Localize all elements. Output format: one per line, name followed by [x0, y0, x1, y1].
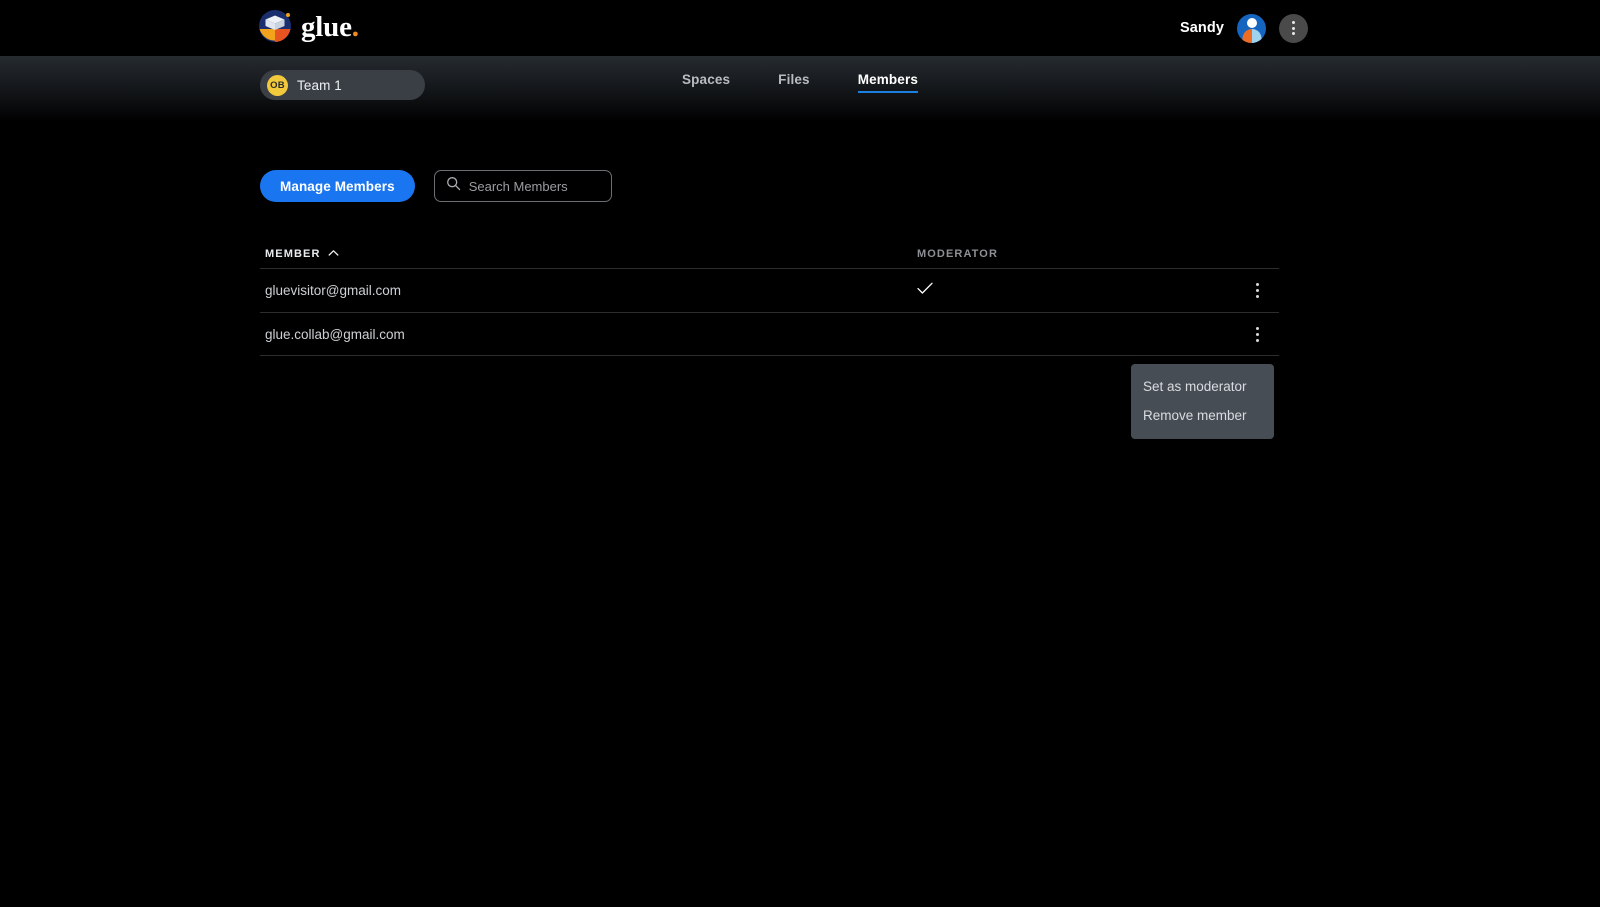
kebab-menu-icon[interactable] [1279, 13, 1308, 43]
brand-logo-link[interactable]: glue. [258, 9, 359, 43]
column-header-member[interactable]: MEMBER [265, 248, 917, 260]
table-header-row: MEMBER MODERATOR [260, 240, 1279, 268]
top-bar-right: Sandy [1180, 0, 1600, 56]
table-row[interactable]: gluevisitor@gmail.com [260, 268, 1279, 312]
tab-files[interactable]: Files [778, 72, 810, 93]
search-members-box[interactable] [433, 170, 645, 202]
table-row[interactable]: glue.collab@gmail.com [260, 312, 1279, 356]
row-context-menu: Set as moderator Remove member [1131, 364, 1274, 439]
member-email: glue.collab@gmail.com [265, 326, 405, 342]
search-icon [446, 176, 461, 196]
members-table: MEMBER MODERATOR gluevisitor@gmail.com g… [260, 240, 1279, 356]
row-kebab-menu-icon[interactable] [1249, 324, 1265, 344]
row-kebab-menu-icon[interactable] [1249, 281, 1265, 301]
chevron-up-icon [328, 248, 339, 260]
search-members-input[interactable] [468, 178, 645, 194]
user-avatar-icon[interactable] [1237, 13, 1266, 43]
user-name-label: Sandy [1179, 20, 1224, 36]
tab-members[interactable]: Members [857, 72, 919, 93]
main-nav: Spaces Files Members [0, 72, 1600, 93]
member-email: gluevisitor@gmail.com [265, 283, 401, 298]
column-header-member-label: MEMBER [265, 248, 321, 260]
context-menu-item-set-as-moderator[interactable]: Set as moderator [1131, 372, 1274, 401]
brand-dot: . [351, 10, 359, 43]
column-header-moderator[interactable]: MODERATOR [917, 248, 998, 260]
app-root: glue. Sandy OB Team 1 Spaces Files Membe… [0, 0, 1600, 907]
top-bar: glue. Sandy [0, 0, 1600, 56]
tab-spaces[interactable]: Spaces [682, 72, 730, 93]
manage-members-button[interactable]: Manage Members [260, 170, 415, 202]
context-menu-item-remove-member[interactable]: Remove member [1131, 401, 1274, 430]
members-toolbar: Manage Members [260, 170, 645, 202]
sub-nav-bar: OB Team 1 Spaces Files Members [0, 56, 1600, 122]
glue-cube-logo-icon [258, 9, 292, 43]
check-icon [917, 282, 933, 300]
brand-wordmark: glue. [301, 10, 359, 43]
moderator-cell [917, 282, 1253, 300]
